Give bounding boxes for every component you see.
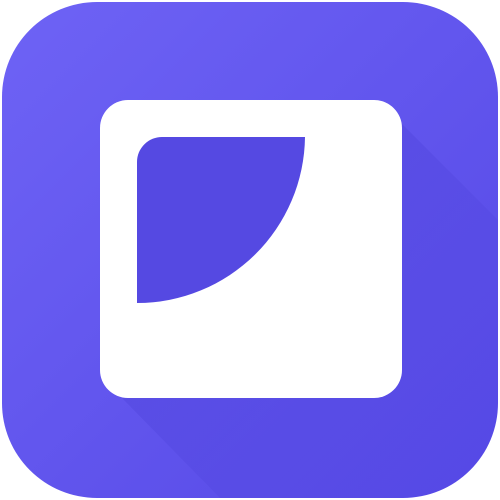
app-icon-canvas [0,0,500,500]
app-launcher-icon[interactable] [0,0,500,500]
